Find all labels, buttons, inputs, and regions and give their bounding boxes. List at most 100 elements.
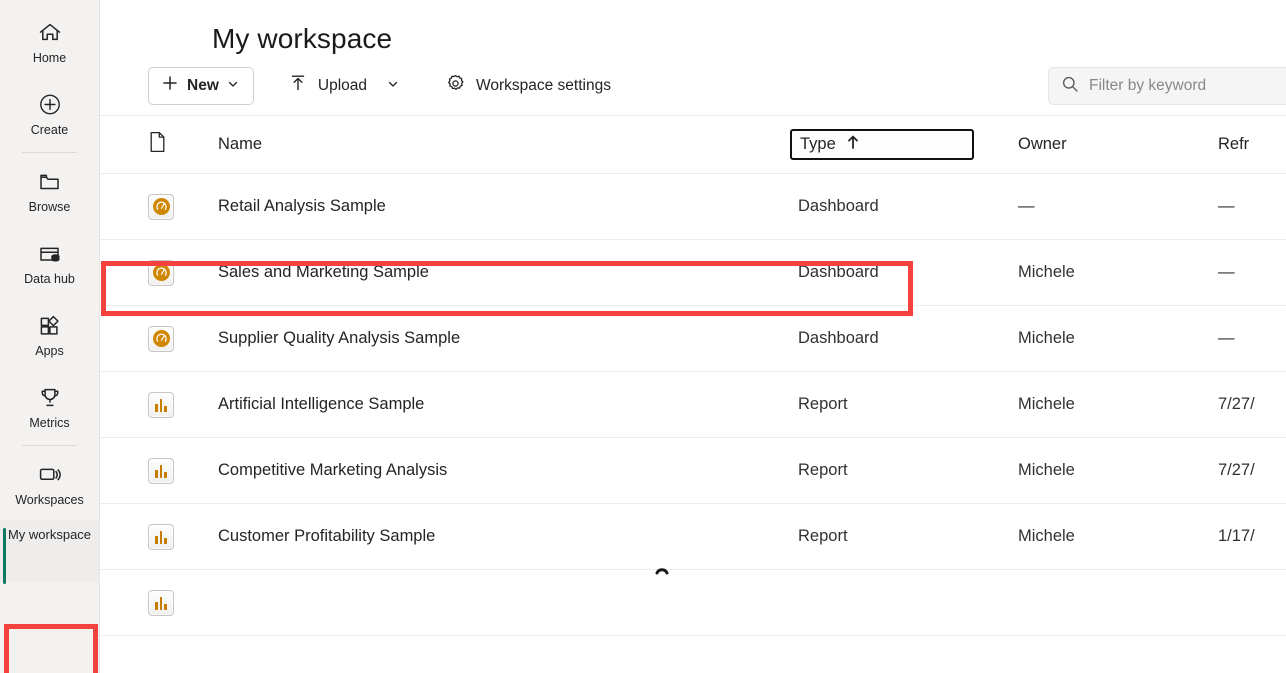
table-row[interactable]: Supplier Quality Analysis Sample Dashboa… [100,306,1286,372]
report-icon [148,391,174,418]
gauge-glyph [152,198,170,215]
table-header-row: Name Type Owner Refr [100,116,1286,174]
report-icon [148,523,174,550]
bar-chart-glyph [155,596,167,610]
row-owner: Michele [1018,395,1075,413]
gear-icon [445,73,466,99]
row-icon-cell [148,193,218,220]
apps-icon [36,312,64,340]
gauge-glyph [152,264,170,281]
row-owner: Michele [1018,263,1075,281]
column-header-refreshed[interactable]: Refr [1218,135,1286,154]
chevron-down-icon [387,77,399,95]
row-name[interactable]: Competitive Marketing Analysis [218,461,798,480]
sidebar-item-data-hub[interactable]: Data hub [0,227,99,299]
column-header-type-label: Type [800,135,836,153]
sidebar-item-my-workspace[interactable]: My workspace [0,520,99,584]
workspace-items-table: Name Type Owner Refr Retail Analysis Sam… [100,116,1286,636]
sidebar-item-label: Metrics [29,415,70,430]
row-owner: — [1018,197,1035,215]
data-hub-icon [36,240,64,268]
main-content-area: My workspace New Upload Workspace settin… [100,0,1286,673]
sidebar-item-apps[interactable]: Apps [0,299,99,371]
row-refreshed: — [1218,263,1235,281]
table-row[interactable]: Competitive Marketing Analysis Report Mi… [100,438,1286,504]
row-name[interactable]: Supplier Quality Analysis Sample [218,329,798,348]
home-icon [36,19,64,47]
document-icon [148,131,167,158]
workspace-toolbar: New Upload Workspace settings Filter by … [100,56,1286,116]
row-owner: Michele [1018,329,1075,347]
column-header-owner[interactable]: Owner [1018,135,1218,154]
row-icon-cell [148,391,218,418]
table-row-partial[interactable] [100,570,1286,636]
row-type: Report [798,461,848,479]
sidebar-item-workspaces[interactable]: Workspaces [0,448,99,520]
sidebar-item-create[interactable]: Create [0,78,99,150]
search-input[interactable] [1089,77,1286,95]
upload-button[interactable]: Upload [276,67,411,105]
sidebar-item-label: Apps [35,343,64,358]
chevron-down-icon [227,77,239,95]
sidebar-item-label: Create [30,122,69,137]
row-icon-cell [148,589,218,616]
sidebar-item-browse[interactable]: Browse [0,155,99,227]
row-name[interactable]: Artificial Intelligence Sample [218,395,798,414]
row-owner: Michele [1018,527,1075,545]
active-indicator-bar [3,528,6,584]
row-name[interactable]: Sales and Marketing Sample [218,263,798,282]
row-refreshed: — [1218,197,1235,215]
filter-search-box[interactable] [1048,67,1286,105]
sidebar-divider-bottom [22,445,77,446]
workspace-settings-button[interactable]: Workspace settings [433,67,623,105]
search-icon [1061,75,1079,98]
row-name[interactable]: Retail Analysis Sample [218,197,798,216]
column-header-icon[interactable] [148,131,218,158]
row-owner: Michele [1018,461,1075,479]
report-icon [148,589,174,616]
type-header-focus-ring[interactable]: Type [790,129,974,160]
sidebar-item-label: Browse [28,199,71,214]
row-refreshed: — [1218,329,1235,347]
trophy-icon [36,384,64,412]
table-row[interactable]: Customer Profitability Sample Report Mic… [100,504,1286,570]
new-button[interactable]: New [148,66,254,105]
sidebar-item-label: Home [32,50,67,65]
upload-arrow-icon [288,73,308,98]
row-resize-caret-icon[interactable] [654,562,670,575]
sidebar-divider-top [22,152,77,153]
sidebar-item-metrics[interactable]: Metrics [0,371,99,443]
upload-button-label: Upload [317,76,367,94]
power-bi-workspace-page: Home Create Browse Data hub Apps Metrics… [0,0,1286,673]
page-title: My workspace [212,23,393,54]
row-type: Dashboard [798,197,879,215]
workspace-settings-label: Workspace settings [476,76,611,94]
plus-circle-icon [36,91,64,119]
sidebar-item-home[interactable]: Home [0,6,99,78]
table-row[interactable]: Sales and Marketing Sample Dashboard Mic… [100,240,1286,306]
sidebar-item-label: Workspaces [15,492,84,507]
column-header-type[interactable]: Type [790,129,1018,160]
bar-chart-glyph [155,530,167,544]
bar-chart-glyph [155,398,167,412]
workspaces-icon [36,461,64,489]
sidebar-item-label: My workspace [7,527,92,542]
report-icon [148,457,174,484]
row-icon-cell [148,523,218,550]
row-icon-cell [148,325,218,352]
folder-icon [36,168,64,196]
column-header-name[interactable]: Name [218,135,798,154]
table-row[interactable]: Artificial Intelligence Sample Report Mi… [100,372,1286,438]
new-button-label: New [187,76,219,94]
sort-ascending-icon [846,134,860,155]
plus-icon [161,74,179,97]
dashboard-icon [148,259,174,286]
sidebar-item-label: Data hub [24,271,75,286]
row-icon-cell [148,457,218,484]
left-navigation-sidebar: Home Create Browse Data hub Apps Metrics… [0,0,100,673]
annotation-highlight-my-workspace [4,624,98,673]
row-refreshed: 1/17/ [1218,527,1255,545]
row-name[interactable]: Customer Profitability Sample [218,527,798,546]
table-row[interactable]: Retail Analysis Sample Dashboard — — [100,174,1286,240]
gauge-glyph [152,330,170,347]
